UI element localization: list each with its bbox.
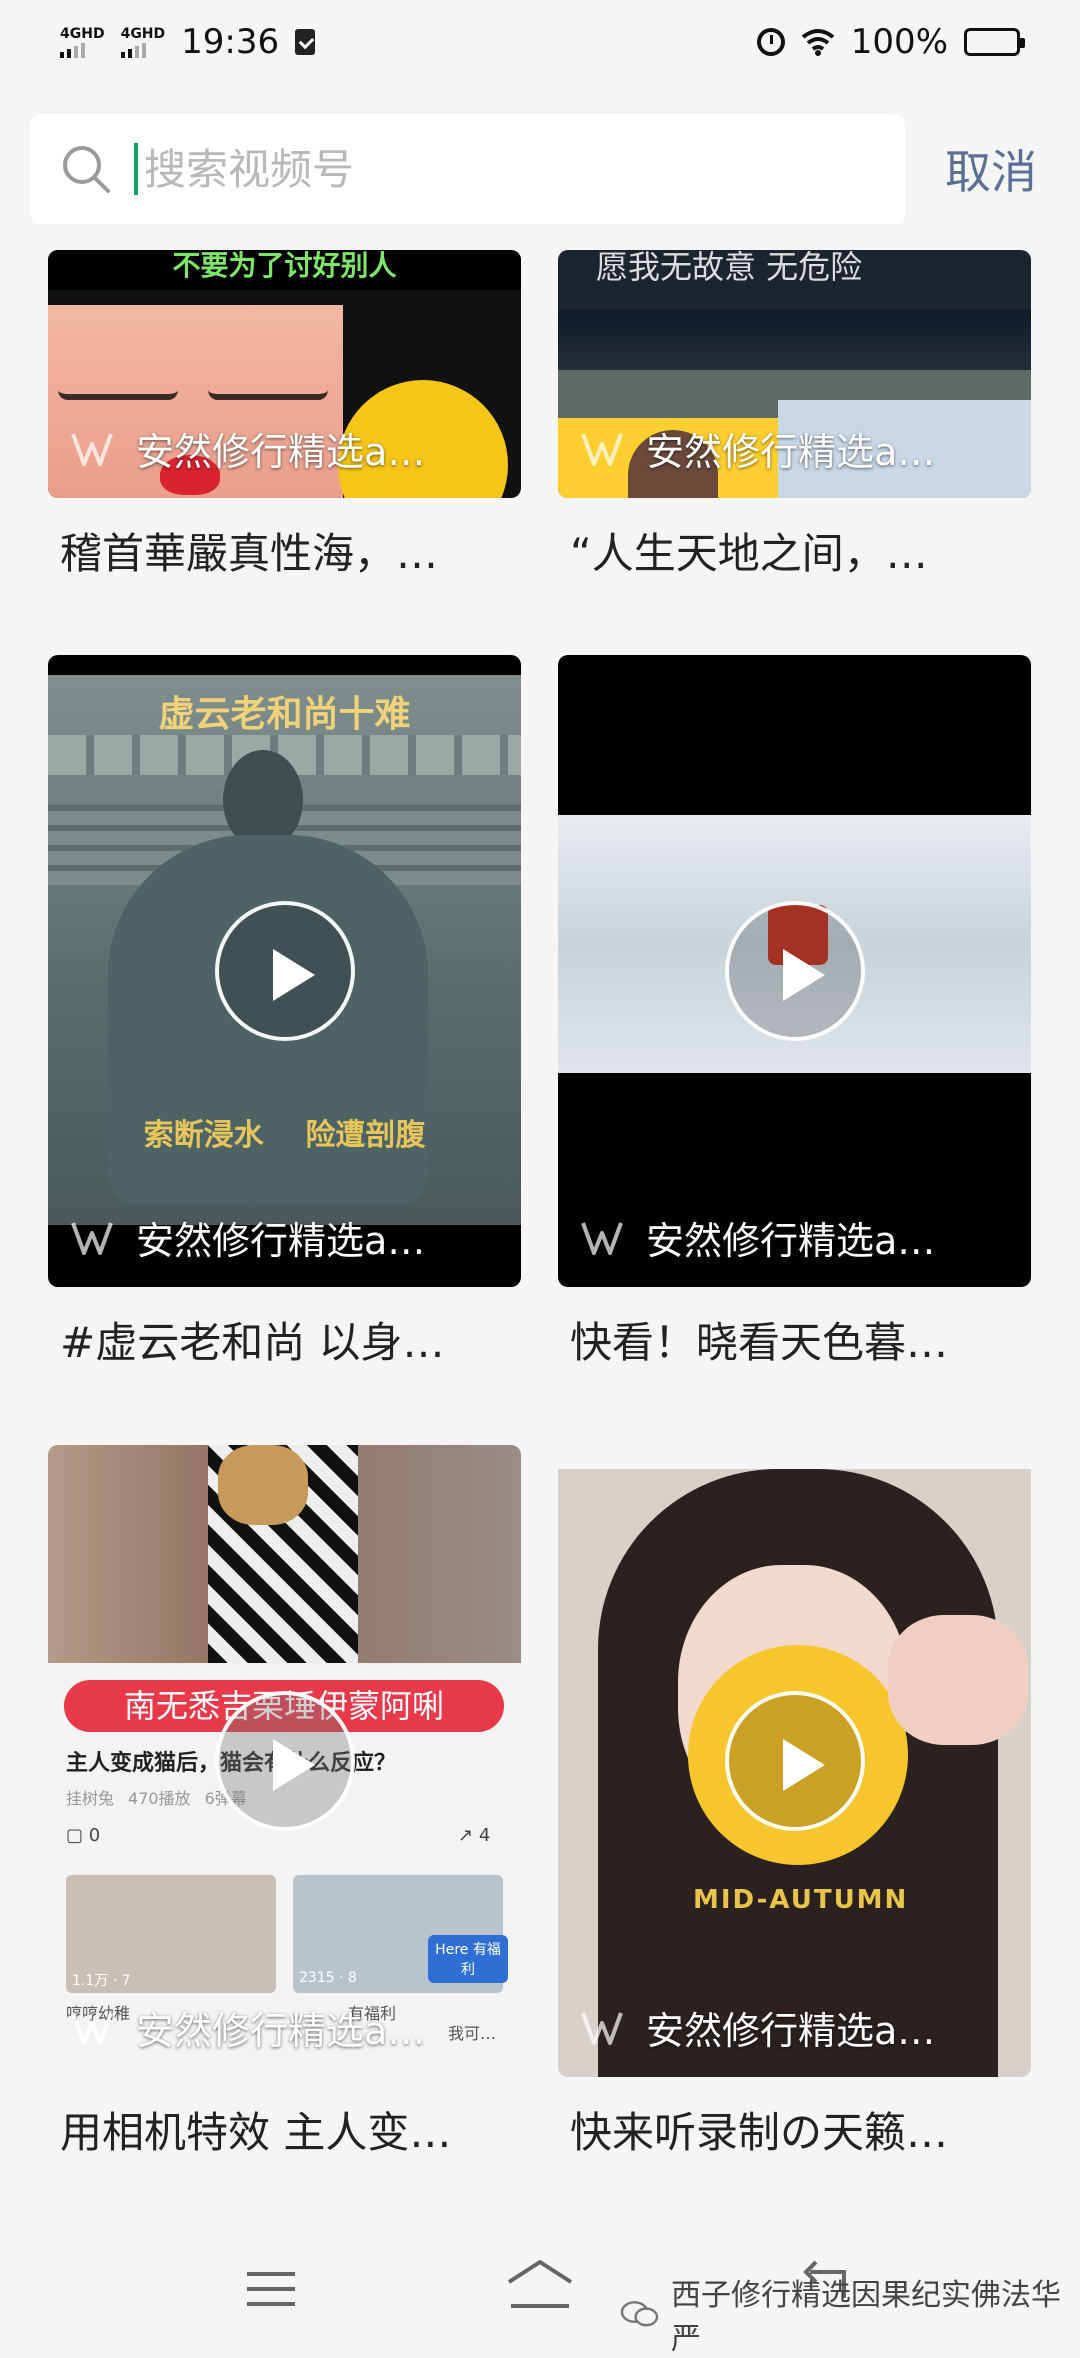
system-nav-bar: 西子修行精选因果纪实佛法华严 (0, 2230, 1080, 2357)
video-card[interactable]: MID-AUTUMN 安然修行精选a… 快来听录制の天籁… (558, 1445, 1031, 2160)
channels-logo-icon (71, 1221, 113, 1255)
wechat-icon (620, 2301, 659, 2327)
status-right: 100% (756, 22, 1025, 62)
video-card[interactable]: 虚云老和尚十难 索断浸水 险遭剖腹 安然修行精选a… #虚云老和尚 以身… (48, 655, 521, 1370)
play-button[interactable] (724, 1691, 865, 1831)
comment-count: 0 (88, 1825, 101, 1846)
clock: 19:36 (181, 22, 280, 62)
thumbnail-comments: ▢ 0 (66, 1825, 100, 1846)
watermark: 西子修行精选因果纪实佛法华严 (620, 2270, 1080, 2358)
wifi-icon (801, 29, 835, 56)
video-channel: 安然修行精选a… (70, 421, 425, 476)
channels-logo-icon (581, 2011, 623, 2045)
thumbnail-views-1: 1.1万 · 7 (72, 1973, 131, 1989)
video-channel: 安然修行精选a… (580, 421, 935, 476)
share-icon: ↗ (458, 1825, 474, 1846)
share-count: 4 (478, 1825, 491, 1846)
thumbnail-text: 不要为了讨好别人 (172, 250, 397, 282)
video-title[interactable]: 快看！晓看天色暮… (558, 1309, 1031, 1370)
signal-icon-1: 4GHD (60, 27, 105, 58)
channel-name: 安然修行精选a… (136, 1219, 426, 1263)
text-caret (134, 143, 138, 195)
video-title[interactable]: 快来听录制の天籁… (558, 2099, 1031, 2160)
views-value-2: 2315 (299, 1970, 335, 1986)
thumbnail-text: 愿我无故意 无危险 (596, 250, 863, 286)
video-card[interactable]: 不要为了讨好别人 安然修行精选a… 稽首華嚴真性海，… (48, 250, 521, 581)
status-left: 4GHD 4GHD 19:36 (60, 22, 316, 62)
signal-label-2: 4GHD (120, 25, 166, 42)
battery-percent: 100% (850, 22, 948, 62)
video-channel: 安然修行精选a… (580, 1210, 935, 1265)
thumbnail-row-3: 我可… (448, 2024, 497, 2043)
search-icon (63, 146, 110, 193)
thumbnail-subtitle-text: 索断浸水 险遭剖腹 (143, 1118, 426, 1153)
thumbnail-title-text: 虚云老和尚十难 (158, 693, 411, 735)
play-button[interactable] (214, 901, 355, 1041)
video-thumbnail[interactable]: 南无悉吉栗埵伊蒙阿唎 主人变成猫后，猫会有什么反应？ 挂树兔 470播放 6弹幕… (48, 1445, 521, 2077)
channels-logo-icon (581, 1221, 623, 1255)
channel-name: 安然修行精选a… (136, 430, 426, 474)
thumbnail-plays: 470播放 (128, 1789, 191, 1808)
signal-icon-2: 4GHD (120, 25, 166, 58)
views-value-2b: 8 (348, 1970, 357, 1986)
comment-icon: ▢ (66, 1825, 84, 1846)
views-value-1: 1.1万 (72, 1973, 109, 1989)
play-button[interactable] (214, 1691, 355, 1831)
video-card[interactable]: 愿我无故意 无危险 安然修行精选a… “人生天地之间，… (558, 250, 1031, 581)
home-icon[interactable] (505, 2258, 575, 2310)
search-box[interactable] (30, 114, 905, 224)
channel-name: 安然修行精选a… (646, 2009, 936, 2053)
watermark-text: 西子修行精选因果纪实佛法华严 (670, 2278, 1061, 2357)
channel-name: 安然修行精选a… (646, 1219, 936, 1263)
channels-logo-icon (581, 432, 623, 466)
video-thumbnail[interactable]: 虚云老和尚十难 索断浸水 险遭剖腹 安然修行精选a… (48, 655, 521, 1287)
video-thumbnail[interactable]: 愿我无故意 无危险 安然修行精选a… (558, 250, 1031, 498)
alarm-icon (756, 28, 785, 56)
video-title[interactable]: 稽首華嚴真性海，… (48, 520, 521, 581)
channels-logo-icon (71, 2011, 113, 2045)
video-title[interactable]: #虚云老和尚 以身… (48, 1309, 521, 1370)
thumbnail-text: MID-AUTUMN (693, 1885, 909, 1915)
battery-icon (964, 28, 1025, 56)
search-input[interactable] (142, 143, 782, 195)
video-channel: 安然修行精选a… (580, 2000, 935, 2055)
video-channel: 安然修行精选a… (70, 2000, 425, 2055)
channel-name: 安然修行精选a… (136, 2009, 426, 2053)
video-card[interactable]: 南无悉吉栗埵伊蒙阿唎 主人变成猫后，猫会有什么反应？ 挂树兔 470播放 6弹幕… (48, 1445, 521, 2160)
video-thumbnail[interactable]: 安然修行精选a… (558, 655, 1031, 1287)
thumbnail-views-2: 2315 · 8 (299, 1970, 357, 1986)
video-title[interactable]: 用相机特效 主人变… (48, 2099, 521, 2160)
views-value-1b: 7 (121, 1973, 131, 1989)
channels-logo-icon (71, 432, 113, 466)
signal-label-1: 4GHD (60, 25, 105, 42)
video-thumbnail[interactable]: MID-AUTUMN 安然修行精选a… (558, 1445, 1031, 2077)
video-thumbnail[interactable]: 不要为了讨好别人 安然修行精选a… (48, 250, 521, 498)
search-header: 取消 (0, 100, 1080, 240)
menu-icon[interactable] (245, 2270, 297, 2308)
thumbnail-badge: Here 有福利 (428, 1935, 508, 1983)
video-title[interactable]: “人生天地之间，… (558, 520, 1031, 581)
thumbnail-user: 挂树兔 (66, 1789, 115, 1808)
video-card[interactable]: 安然修行精选a… 快看！晓看天色暮… (558, 655, 1031, 1370)
video-channel: 安然修行精选a… (70, 1210, 425, 1265)
status-bar: 4GHD 4GHD 19:36 100% (0, 0, 1080, 84)
cancel-button[interactable]: 取消 (945, 114, 1037, 224)
clipboard-icon (295, 29, 316, 55)
channel-name: 安然修行精选a… (646, 430, 936, 474)
play-button[interactable] (724, 901, 865, 1041)
thumbnail-shares: ↗ 4 (458, 1825, 490, 1846)
